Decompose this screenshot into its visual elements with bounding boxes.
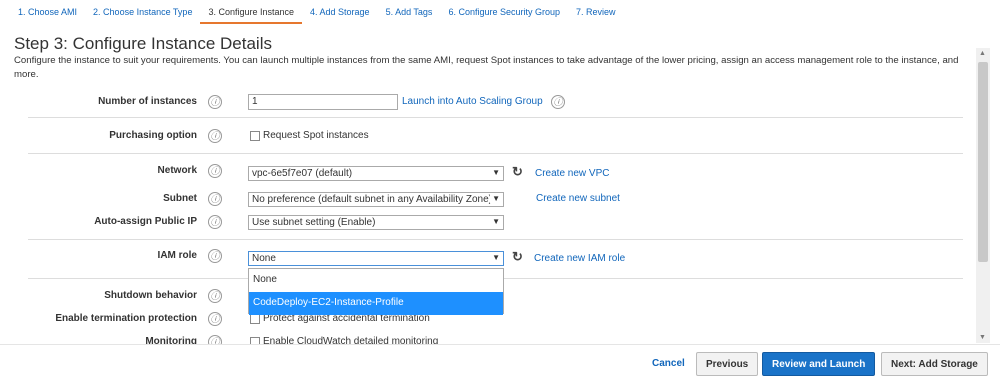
shutdown-label: Shutdown behavior [104,290,197,301]
dropdown-option[interactable]: None [249,269,503,292]
wizard-tabs: 1. Choose AMI 2. Choose Instance Type 3.… [10,0,624,24]
purchasing-label: Purchasing option [109,130,197,141]
chevron-down-icon: ▼ [490,194,500,203]
dropdown-option[interactable]: CodeDeploy-EC2-Instance-Profile [249,292,503,315]
refresh-icon[interactable]: ↻ [512,164,523,180]
review-and-launch-button[interactable]: Review and Launch [762,352,876,376]
info-icon[interactable]: ⓘ [551,95,565,109]
public-ip-value: Use subnet setting (Enable) [252,217,376,228]
create-subnet-link[interactable]: Create new subnet [536,193,620,204]
subnet-select[interactable]: No preference (default subnet in any Ava… [248,192,504,207]
iam-role-dropdown: None CodeDeploy-EC2-Instance-Profile [248,268,504,315]
scroll-thumb[interactable] [978,62,988,262]
info-icon[interactable]: ⓘ [208,249,222,263]
network-value: vpc-6e5f7e07 (default) [252,168,353,179]
divider [28,153,963,154]
info-icon[interactable]: ⓘ [208,312,222,326]
network-select[interactable]: vpc-6e5f7e07 (default) ▼ [248,166,504,181]
num-instances-label: Number of instances [98,96,197,107]
tab-review[interactable]: 7. Review [568,0,624,24]
tab-add-tags[interactable]: 5. Add Tags [378,0,441,24]
cancel-button[interactable]: Cancel [646,352,691,376]
info-icon[interactable]: ⓘ [208,192,222,206]
num-instances-input[interactable]: 1 [248,94,398,110]
previous-button[interactable]: Previous [696,352,759,376]
public-ip-select[interactable]: Use subnet setting (Enable) ▼ [248,215,504,230]
termination-checkbox[interactable] [250,314,260,324]
info-icon[interactable]: ⓘ [208,164,222,178]
next-add-storage-button[interactable]: Next: Add Storage [881,352,988,376]
create-vpc-link[interactable]: Create new VPC [535,168,609,179]
spot-instances-label: Request Spot instances [263,130,369,141]
tab-add-storage[interactable]: 4. Add Storage [302,0,378,24]
divider [28,239,963,240]
tab-configure-instance[interactable]: 3. Configure Instance [200,0,303,24]
tab-choose-ami[interactable]: 1. Choose AMI [10,0,85,24]
auto-scaling-link[interactable]: Launch into Auto Scaling Group [402,96,543,107]
monitoring-checkbox-label: Enable CloudWatch detailed monitoring [263,336,439,344]
refresh-icon[interactable]: ↻ [512,249,523,265]
info-icon[interactable]: ⓘ [208,95,222,109]
scrollbar[interactable]: ▲ ▼ [976,48,990,343]
monitoring-label: Monitoring [145,336,197,344]
iam-role-select[interactable]: None ▼ [248,251,504,266]
network-label: Network [157,165,197,176]
info-icon[interactable]: ⓘ [208,215,222,229]
info-icon[interactable]: ⓘ [208,335,222,344]
info-icon[interactable]: ⓘ [208,289,222,303]
tab-choose-instance-type[interactable]: 2. Choose Instance Type [85,0,200,24]
monitoring-checkbox[interactable] [250,337,260,344]
chevron-down-icon: ▼ [490,217,500,226]
scroll-down-icon[interactable]: ▼ [979,334,986,341]
footer: Cancel Previous Review and Launch Next: … [0,344,1000,387]
tab-configure-security-group[interactable]: 6. Configure Security Group [440,0,568,24]
iam-role-value: None [252,253,276,264]
termination-label: Enable termination protection [55,313,197,324]
page-description: Configure the instance to suit your requ… [14,55,959,80]
chevron-down-icon: ▼ [490,168,500,177]
spot-instances-checkbox[interactable] [250,131,260,141]
iam-role-label: IAM role [157,250,197,261]
create-iam-role-link[interactable]: Create new IAM role [534,253,625,264]
page-title: Step 3: Configure Instance Details [14,34,272,53]
subnet-value: No preference (default subnet in any Ava… [252,194,492,205]
public-ip-label: Auto-assign Public IP [94,216,197,227]
info-icon[interactable]: ⓘ [208,129,222,143]
divider [28,117,963,118]
subnet-label: Subnet [163,193,197,204]
chevron-down-icon: ▼ [490,253,500,262]
scroll-up-icon[interactable]: ▲ [979,50,986,57]
